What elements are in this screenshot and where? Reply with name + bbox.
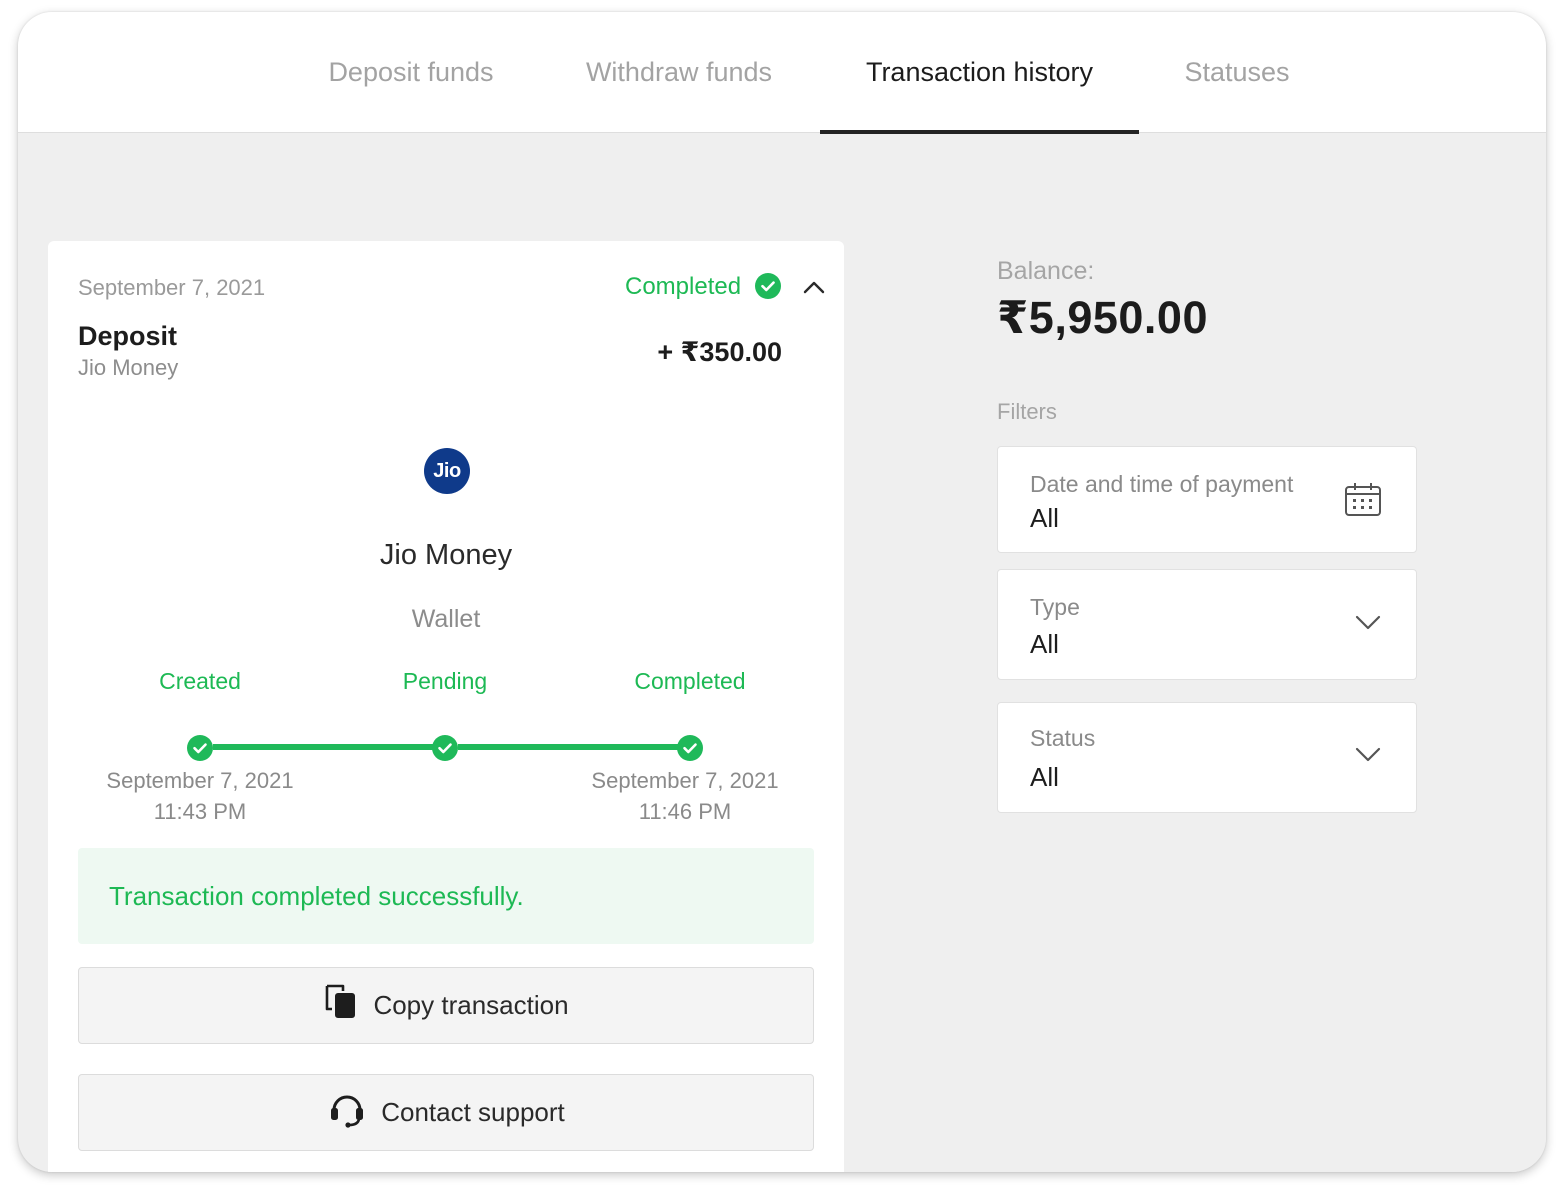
- jio-logo: Jio: [424, 448, 470, 494]
- filters-title: Filters: [997, 399, 1057, 424]
- step-label-completed: Completed: [634, 668, 746, 694]
- app-window: Deposit funds Withdraw funds Transaction…: [18, 12, 1546, 1172]
- tab-deposit-funds[interactable]: Deposit funds: [308, 12, 514, 133]
- filter-status-label: Status: [1030, 725, 1096, 751]
- check-circle-icon: [187, 735, 213, 761]
- method-name: Jio Money: [379, 539, 513, 571]
- copy-icon: [323, 983, 359, 1028]
- step-time: 11:46 PM: [638, 799, 732, 824]
- filter-type-value: All: [1030, 629, 1059, 659]
- check-circle-icon: [677, 735, 703, 761]
- step-date: September 7, 2021: [106, 768, 294, 793]
- sidebar: Balance: ₹5,950.00 Filters Date and time…: [980, 241, 1546, 1172]
- transaction-type: Deposit: [78, 321, 178, 351]
- check-circle-icon: [755, 273, 781, 299]
- success-message: Transaction completed successfully.: [109, 880, 524, 911]
- contact-support-button[interactable]: Contact support: [78, 1074, 814, 1151]
- balance-value: ₹5,950.00: [997, 292, 1208, 343]
- filter-status[interactable]: Status All: [997, 702, 1417, 813]
- step-date: September 7, 2021: [591, 768, 779, 793]
- method-kind: Wallet: [411, 605, 481, 633]
- tab-withdraw-funds[interactable]: Withdraw funds: [578, 12, 780, 133]
- contact-support-label: Contact support: [381, 1097, 565, 1127]
- balance-label: Balance:: [997, 257, 1095, 285]
- top-nav: Deposit funds Withdraw funds Transaction…: [18, 12, 1546, 134]
- filter-type[interactable]: Type All: [997, 569, 1417, 680]
- progress-track-1: [213, 744, 448, 750]
- chevron-up-icon[interactable]: [800, 275, 828, 299]
- copy-transaction-label: Copy transaction: [373, 990, 569, 1020]
- chevron-down-icon[interactable]: [1354, 612, 1382, 637]
- copy-transaction-button[interactable]: Copy transaction: [78, 967, 814, 1044]
- filter-date[interactable]: Date and time of payment All: [997, 446, 1417, 553]
- tab-statuses[interactable]: Statuses: [1173, 12, 1301, 133]
- headset-icon: [327, 1089, 367, 1136]
- step-label-pending: Pending: [402, 668, 488, 694]
- chevron-down-icon[interactable]: [1354, 744, 1382, 769]
- filter-type-label: Type: [1030, 594, 1080, 620]
- step-time: 11:43 PM: [153, 799, 247, 824]
- transaction-card: September 7, 2021 Completed Deposit Jio …: [48, 241, 844, 1172]
- transaction-amount: + ₹350.00: [657, 337, 782, 367]
- step-label-created: Created: [159, 668, 241, 694]
- calendar-icon[interactable]: [1344, 481, 1382, 522]
- status-badge: Completed: [625, 273, 742, 300]
- transaction-method: Jio Money: [78, 355, 179, 380]
- tab-transaction-history[interactable]: Transaction history: [820, 12, 1139, 134]
- step-date-created: September 7, 2021 11:43 PM: [70, 765, 330, 827]
- filter-status-value: All: [1030, 762, 1059, 792]
- filter-date-label: Date and time of payment: [1030, 471, 1294, 497]
- step-date-completed: September 7, 2021 11:46 PM: [555, 765, 815, 827]
- filter-date-value: All: [1030, 503, 1059, 533]
- check-circle-icon: [432, 735, 458, 761]
- success-banner: Transaction completed successfully.: [78, 848, 814, 944]
- transaction-date: September 7, 2021: [78, 275, 266, 300]
- progress-track-2: [458, 744, 693, 750]
